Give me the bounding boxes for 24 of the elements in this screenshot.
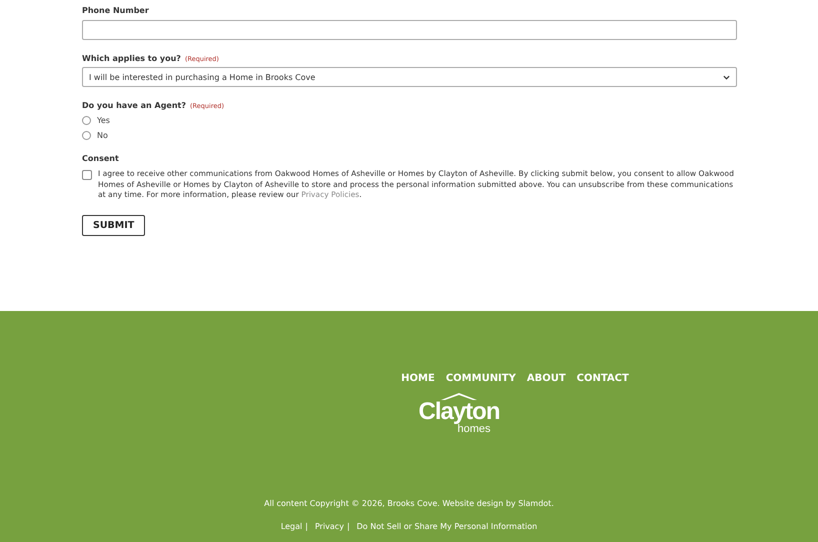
nav-link[interactable]: CONTACT — [576, 373, 629, 384]
option-label[interactable]: No — [97, 131, 108, 140]
radio-button[interactable] — [82, 131, 91, 140]
logo[interactable]: Clayton homes — [418, 392, 500, 435]
consent-checkbox[interactable] — [82, 170, 92, 180]
field-label: Which applies to you? — [82, 54, 181, 63]
submit-button[interactable]: SUBMIT — [82, 214, 146, 236]
nav-link[interactable]: HOME — [401, 373, 435, 384]
phone-input-field[interactable] — [82, 20, 737, 40]
caret-icon — [723, 74, 730, 80]
copyright-text: All content Copyright © 2026, Brooks Cove. Website design by Slamdot. — [264, 499, 554, 508]
option-label[interactable]: Yes — [97, 116, 110, 125]
footer-link[interactable]: Do Not Sell or Share My Personal Information — [356, 522, 538, 531]
nav-link[interactable]: COMMUNITY — [446, 373, 516, 384]
nav-link[interactable]: ABOUT — [526, 373, 566, 384]
footer-link[interactable]: Privacy — [314, 522, 344, 531]
separator: | — [305, 522, 308, 531]
field-label: Do you have an Agent? — [82, 101, 186, 110]
field-label: Consent — [82, 154, 120, 163]
footer-link[interactable]: Legal — [280, 522, 302, 531]
separator: | — [346, 522, 350, 531]
select-dropdown[interactable]: I will be interested in purchasing a Home in Brooks Cove — [82, 67, 737, 87]
radio-button[interactable] — [82, 116, 91, 125]
field-label: Phone Number — [82, 6, 150, 15]
